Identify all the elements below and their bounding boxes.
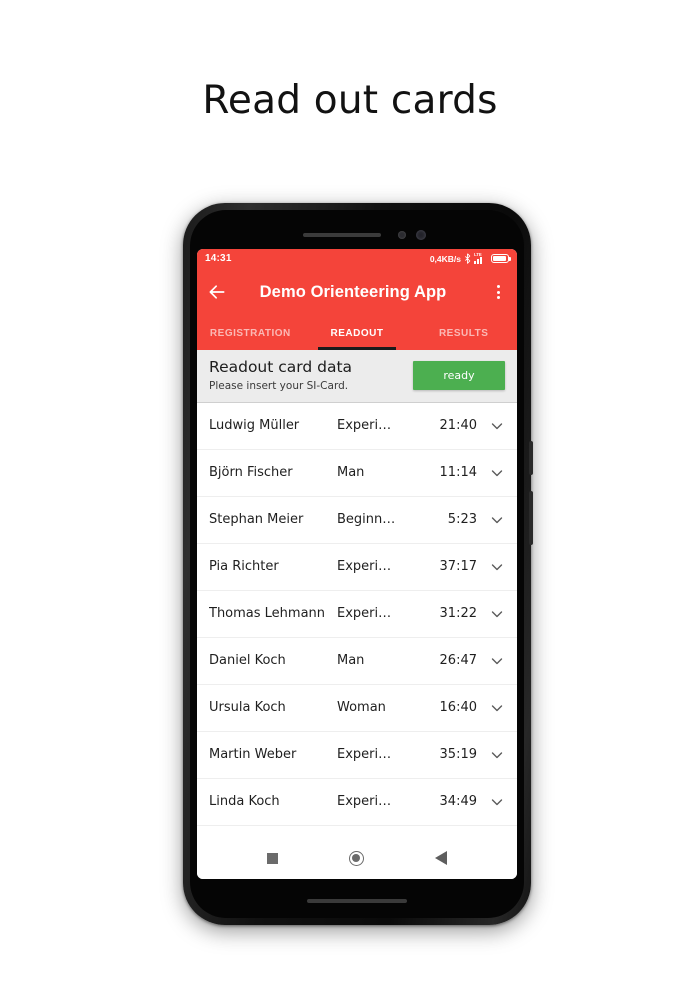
row-category: Experi… <box>337 794 392 810</box>
table-row[interactable]: Björn Fischer Man 11:14 <box>197 450 517 497</box>
chevron-down-icon[interactable] <box>489 606 505 622</box>
readout-card-subtitle: Please insert your SI-Card. <box>209 379 349 392</box>
overflow-menu-icon[interactable] <box>489 282 507 302</box>
status-bar-clock: 14:31 <box>205 253 232 264</box>
readout-card-panel: Readout card data Please insert your SI-… <box>197 350 517 403</box>
row-time: 31:22 <box>439 606 477 622</box>
front-camera-icon <box>416 230 426 240</box>
row-name: Ludwig Müller <box>209 418 300 434</box>
page-root: Read out cards 14:31 0,4KB/s LTE Demo Or… <box>0 0 700 1000</box>
phone-screen: 14:31 0,4KB/s LTE Demo Orienteering App … <box>197 249 517 879</box>
row-category: Woman <box>337 700 386 716</box>
readout-card-texts: Readout card data Please insert your SI-… <box>209 358 413 392</box>
row-category: Experi… <box>337 606 392 622</box>
battery-full-icon <box>491 254 511 263</box>
table-row[interactable]: Ludwig Müller Experi… 21:40 <box>197 403 517 450</box>
table-row[interactable]: Ursula Koch Woman 16:40 <box>197 685 517 732</box>
row-category: Beginn… <box>337 512 396 528</box>
row-category: Experi… <box>337 559 392 575</box>
chevron-down-icon[interactable] <box>489 653 505 669</box>
chevron-down-icon[interactable] <box>489 512 505 528</box>
row-time: 11:14 <box>439 465 477 481</box>
earpiece-speaker-icon <box>303 233 381 237</box>
chevron-down-icon[interactable] <box>489 700 505 716</box>
row-time: 16:40 <box>439 700 477 716</box>
table-row[interactable]: Pia Richter Experi… 37:17 <box>197 544 517 591</box>
row-name: Pia Richter <box>209 559 279 575</box>
table-row[interactable]: Martin Weber Experi… 35:19 <box>197 732 517 779</box>
table-row[interactable]: Stephan Meier Beginn… 5:23 <box>197 497 517 544</box>
volume-button[interactable] <box>529 491 533 545</box>
app-title: Demo Orienteering App <box>259 282 447 301</box>
chevron-down-icon[interactable] <box>489 747 505 763</box>
row-category: Experi… <box>337 747 392 763</box>
row-name: Björn Fischer <box>209 465 293 481</box>
tab-results[interactable]: RESULTS <box>410 316 517 350</box>
readout-status-button[interactable]: ready <box>413 360 505 390</box>
phone-device-frame: 14:31 0,4KB/s LTE Demo Orienteering App … <box>183 203 533 925</box>
row-time: 26:47 <box>439 653 477 669</box>
row-category: Man <box>337 465 365 481</box>
signal-bars-icon <box>474 256 482 264</box>
proximity-sensor-icon <box>398 231 406 239</box>
power-button[interactable] <box>529 441 533 475</box>
tab-bar: REGISTRATION READOUT RESULTS <box>197 316 517 350</box>
home-circle-icon[interactable] <box>348 850 364 866</box>
page-title: Read out cards <box>202 78 498 123</box>
tab-readout[interactable]: READOUT <box>304 316 411 350</box>
back-triangle-icon[interactable] <box>435 851 448 865</box>
table-row[interactable]: Thomas Lehmann Experi… 31:22 <box>197 591 517 638</box>
row-time: 21:40 <box>439 418 477 434</box>
row-time: 34:49 <box>439 794 477 810</box>
chevron-down-icon[interactable] <box>489 794 505 810</box>
table-row[interactable]: Linda Koch Experi… 34:49 <box>197 779 517 826</box>
readout-card-title: Readout card data <box>209 358 353 376</box>
chevron-down-icon[interactable] <box>489 559 505 575</box>
row-time: 35:19 <box>439 747 477 763</box>
chevron-down-icon[interactable] <box>489 465 505 481</box>
chevron-down-icon[interactable] <box>489 418 505 434</box>
row-time: 37:17 <box>439 559 477 575</box>
cellular-signal-icon: LTE <box>474 252 488 265</box>
row-name: Stephan Meier <box>209 512 304 528</box>
row-category: Man <box>337 653 365 669</box>
row-name: Thomas Lehmann <box>209 606 326 622</box>
bottom-speaker-icon <box>307 899 407 903</box>
bluetooth-icon <box>465 253 471 264</box>
row-time: 5:23 <box>447 512 477 528</box>
android-nav-bar <box>197 837 517 879</box>
status-bar-indicators: 0,4KB/s LTE <box>429 252 511 265</box>
tab-registration[interactable]: REGISTRATION <box>197 316 304 350</box>
status-bar: 14:31 0,4KB/s LTE <box>197 249 517 268</box>
row-category: Experi… <box>337 418 392 434</box>
app-bar: Demo Orienteering App <box>197 268 517 316</box>
row-name: Ursula Koch <box>209 700 286 716</box>
row-name: Daniel Koch <box>209 653 286 669</box>
network-speed-label: 0,4KB/s <box>429 253 461 264</box>
row-name: Linda Koch <box>209 794 280 810</box>
recents-square-icon[interactable] <box>266 852 278 864</box>
card-list: Ludwig Müller Experi… 21:40 Björn Fische… <box>197 402 517 837</box>
row-name: Martin Weber <box>209 747 297 763</box>
table-row[interactable]: Daniel Koch Man 26:47 <box>197 638 517 685</box>
